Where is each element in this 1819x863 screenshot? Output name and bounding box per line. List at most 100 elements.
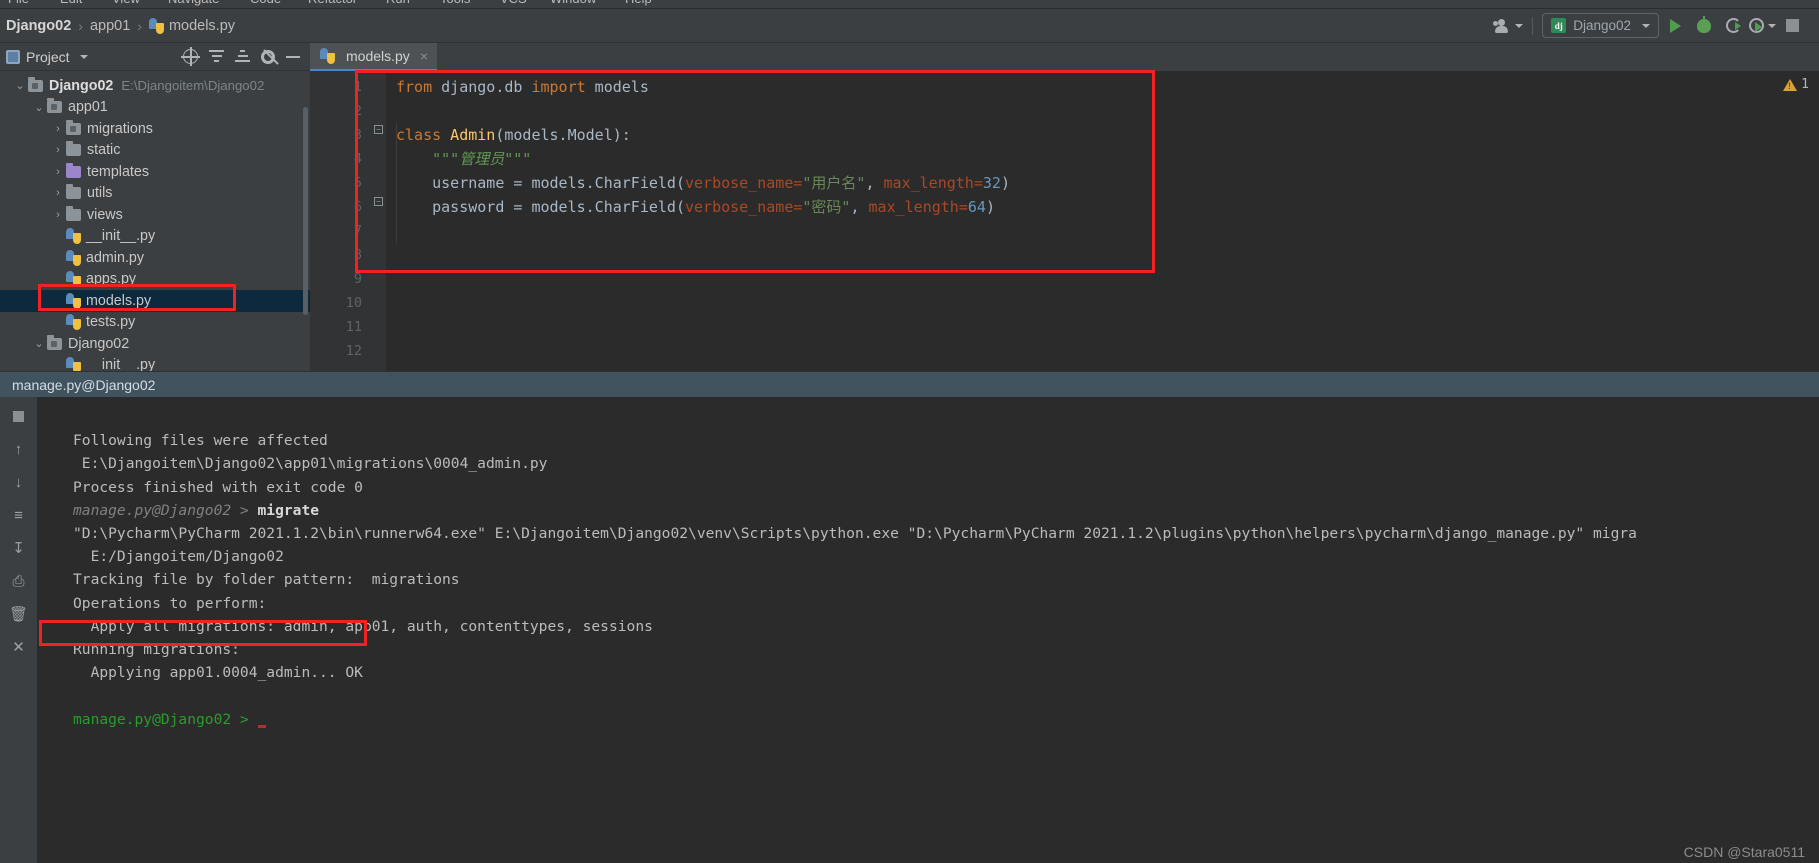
tree-item-tests-py[interactable]: tests.py: [0, 312, 310, 334]
console-cursor: [257, 724, 266, 728]
menu-item-edit[interactable]: Edit: [60, 0, 82, 6]
tree-item-static[interactable]: › static: [0, 140, 310, 162]
locate-icon[interactable]: [181, 47, 200, 66]
twisty-icon[interactable]: ⌄: [12, 79, 28, 92]
coverage-button[interactable]: [1720, 13, 1746, 39]
breadcrumb-item-project[interactable]: Django02: [6, 18, 71, 34]
run-tab-manage-py[interactable]: manage.py@Django02: [0, 372, 167, 398]
tree-item-django02-root[interactable]: ⌄ Django02 E:\Djangoitem\Django02: [0, 75, 310, 97]
console-line: E:\Djangoitem\Django02\app01\migrations\…: [73, 455, 548, 473]
tree-item-admin-py[interactable]: admin.py: [0, 247, 310, 269]
console-line-applying: Applying app01.0004_admin... OK: [73, 664, 363, 682]
trash-icon[interactable]: 🗑: [9, 604, 29, 624]
code-content[interactable]: from django.db import models class Admin…: [386, 71, 1709, 371]
warning-icon: [1783, 78, 1798, 91]
twisty-icon[interactable]: ⌄: [31, 337, 47, 350]
python-file-icon: [66, 249, 81, 266]
soft-wrap-icon[interactable]: ≡: [9, 505, 29, 525]
collapse-all-icon[interactable]: [235, 49, 250, 64]
menu-item-help[interactable]: Help: [625, 0, 652, 6]
tree-item-init-py[interactable]: __init__.py: [0, 226, 310, 248]
menu-item-run[interactable]: Run: [386, 0, 410, 6]
stop-icon: [1785, 19, 1799, 32]
tree-item-templates[interactable]: › templates: [0, 161, 310, 183]
stop-icon[interactable]: [9, 406, 29, 426]
menu-item-window[interactable]: Window: [550, 0, 596, 6]
console-final-prompt: manage.py@Django02 >: [73, 710, 258, 728]
coverage-icon: [1725, 18, 1741, 33]
console-area: ↑ ↓ ≡ ↧ ⎙ 🗑 ✕ Following files were affec…: [0, 397, 1819, 863]
twisty-icon[interactable]: ›: [50, 166, 66, 178]
scroll-to-end-icon[interactable]: ↧: [9, 538, 29, 558]
inspection-status[interactable]: 1: [1783, 77, 1809, 92]
menu-item-vcs[interactable]: VCS: [500, 0, 527, 6]
stop-button[interactable]: [1779, 13, 1805, 39]
line-number: 2: [353, 103, 362, 119]
project-tree[interactable]: ⌄ Django02 E:\Djangoitem\Django02 ⌄ app0…: [0, 71, 310, 371]
up-arrow-icon[interactable]: ↑: [9, 439, 29, 459]
code-folding-gutter[interactable]: − −: [372, 71, 386, 371]
hide-icon[interactable]: [286, 55, 300, 58]
line-number-gutter: 1 2 3 4 5 6 7 8 9 10 11 12: [310, 71, 372, 371]
console-line: Following files were affected: [73, 432, 328, 450]
down-arrow-icon[interactable]: ↓: [9, 472, 29, 492]
tree-item-apps-py[interactable]: apps.py: [0, 269, 310, 291]
project-panel-header: Project: [0, 43, 310, 71]
menu-item-tools[interactable]: Tools: [440, 0, 470, 6]
tree-item-label: app01: [68, 99, 108, 116]
tree-item-label: admin.py: [86, 249, 145, 266]
project-tree-scrollbar[interactable]: [303, 107, 308, 315]
menu-item-file[interactable]: File: [8, 0, 29, 6]
tree-item-init-py-2[interactable]: __init__.py: [0, 355, 310, 371]
settings-icon[interactable]: [261, 49, 275, 64]
console-line: Process finished with exit code 0: [73, 478, 363, 496]
tree-item-views[interactable]: › views: [0, 204, 310, 226]
expand-all-icon[interactable]: [209, 49, 224, 64]
twisty-icon[interactable]: ›: [50, 144, 66, 156]
twisty-icon[interactable]: ›: [50, 209, 66, 221]
print-icon[interactable]: ⎙: [9, 571, 29, 591]
tree-item-migrations[interactable]: › migrations: [0, 118, 310, 140]
code-line-5: username = models.CharField(verbose_name…: [432, 174, 1010, 192]
tree-item-utils[interactable]: › utils: [0, 183, 310, 205]
navigation-bar: Django02 › app01 › models.py dj Django02: [0, 9, 1819, 43]
run-configuration-selector[interactable]: dj Django02: [1542, 13, 1659, 38]
module-folder-icon: [47, 98, 62, 114]
fold-marker-field[interactable]: −: [374, 197, 383, 206]
console-output[interactable]: Following files were affected E:\Djangoi…: [37, 397, 1819, 863]
tree-item-label: __init__.py: [86, 228, 156, 245]
python-file-icon: [148, 17, 164, 34]
python-file-icon: [66, 314, 81, 331]
project-panel-title[interactable]: Project: [6, 49, 88, 65]
twisty-icon[interactable]: ⌄: [31, 101, 47, 114]
tree-item-app01[interactable]: ⌄ app01: [0, 97, 310, 119]
breadcrumb-item-file[interactable]: models.py: [148, 17, 235, 34]
menu-item-code[interactable]: Code: [250, 0, 281, 6]
menu-item-navigate[interactable]: Navigate: [168, 0, 219, 6]
twisty-icon[interactable]: ›: [50, 187, 66, 199]
close-icon[interactable]: ×: [420, 48, 428, 64]
profile-button[interactable]: [1749, 13, 1776, 39]
toolbar-right: dj Django02: [1493, 13, 1813, 39]
module-folder-icon: [47, 334, 62, 350]
editor-tab-models-py[interactable]: models.py ×: [310, 43, 437, 71]
fold-marker-class[interactable]: −: [374, 125, 383, 134]
menu-item-refactor[interactable]: Refactor: [308, 0, 357, 6]
debug-icon: [1697, 18, 1711, 33]
menu-bar[interactable]: File Edit View Navigate Code Refactor Ru…: [0, 0, 1819, 9]
close-icon[interactable]: ✕: [9, 637, 29, 657]
code-editor[interactable]: 1 2 3 4 5 6 7 8 9 10 11 12 − − from djan…: [310, 71, 1819, 371]
line-number: 4: [353, 151, 362, 167]
tree-item-label: apps.py: [86, 271, 137, 288]
chevron-down-icon: [1515, 23, 1524, 28]
editor-tab-bar: models.py ×: [310, 43, 1819, 71]
breadcrumb-item-app01[interactable]: app01: [90, 18, 130, 34]
menu-item-view[interactable]: View: [112, 0, 140, 6]
tree-item-models-py[interactable]: models.py: [0, 290, 310, 312]
share-project-button[interactable]: [1493, 13, 1524, 39]
run-button[interactable]: [1662, 13, 1688, 39]
debug-button[interactable]: [1691, 13, 1717, 39]
tree-item-django02-pkg[interactable]: ⌄ Django02: [0, 333, 310, 355]
twisty-icon[interactable]: ›: [50, 123, 66, 135]
folder-icon: [66, 184, 81, 200]
